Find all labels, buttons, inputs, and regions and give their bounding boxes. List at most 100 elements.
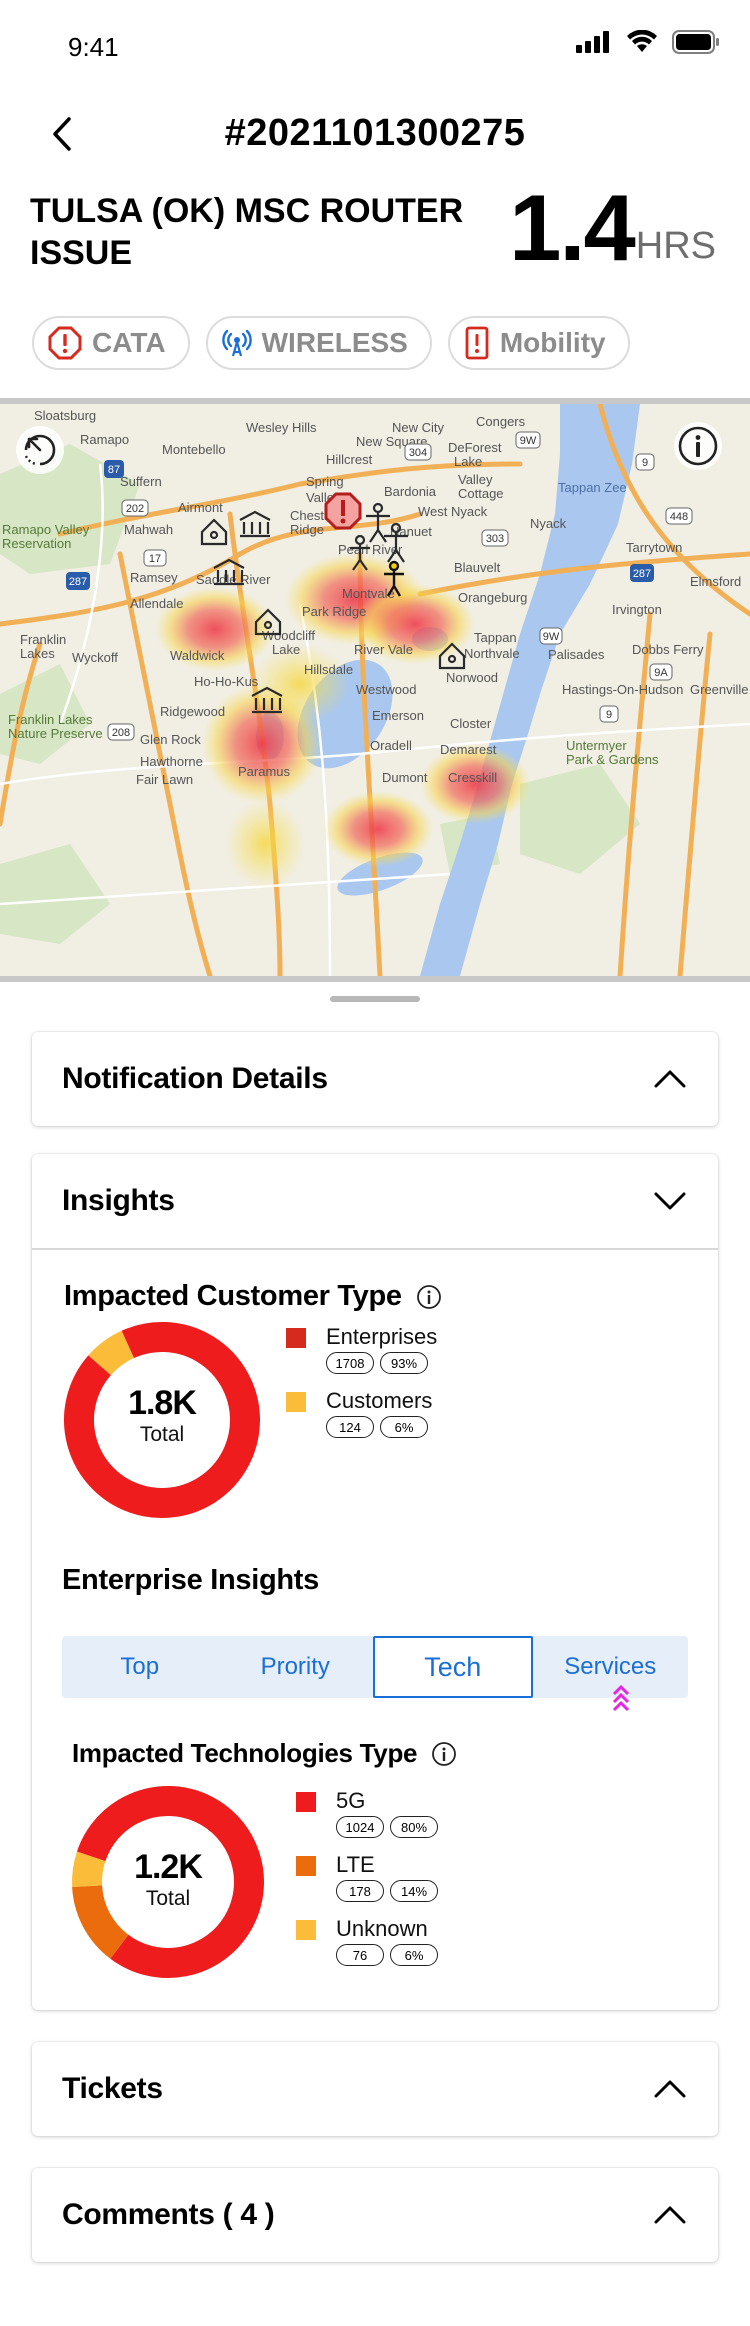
card-title: Notification Details [62,1062,328,1095]
svg-text:Suffern: Suffern [120,474,162,489]
map-info-button[interactable] [674,422,722,470]
svg-text:Orangeburg: Orangeburg [458,590,527,605]
chip-mobility[interactable]: Mobility [447,316,630,370]
tickets-card: Tickets [32,2042,718,2136]
ticket-id: #2021101300275 [224,112,526,154]
battery-icon [672,30,719,54]
svg-text:Lake: Lake [272,642,300,657]
svg-text:287: 287 [69,576,87,588]
duration: 1.4 HRS [509,175,716,280]
status-icons [576,30,720,54]
legend-count: 124 [326,1416,374,1438]
section-title-text: Impacted Technologies Type [72,1738,418,1768]
svg-text:Franklin Lakes: Franklin Lakes [8,712,93,727]
svg-text:Blauvelt: Blauvelt [454,560,501,575]
legend-count: 1708 [326,1352,374,1374]
drag-handle[interactable] [330,996,420,1002]
incident-title: TULSA (OK) MSC ROUTER ISSUE [30,192,464,272]
svg-text:Nyack: Nyack [530,516,567,531]
svg-text:Sloatsburg: Sloatsburg [34,408,96,423]
legend-percent: 6% [390,1944,438,1966]
tab-services[interactable]: Services [533,1636,689,1712]
donut-slice-customers [88,1330,135,1376]
svg-text:9A: 9A [654,667,668,679]
svg-text:Tappan Zee: Tappan Zee [558,480,627,495]
svg-text:Wesley Hills: Wesley Hills [246,420,317,435]
svg-text:Emerson: Emerson [372,708,424,723]
enterprise-insights-tabs: Top Prority Tech Services [62,1636,689,1712]
map-canvas[interactable]: Sloatsburg Ramapo Montebello Wesley Hill… [0,404,750,976]
tab-tech[interactable]: Tech [373,1636,533,1698]
chevron-up-icon [652,1061,688,1097]
svg-text:Park Ridge: Park Ridge [302,604,366,619]
svg-text:208: 208 [112,727,130,739]
svg-text:Untermyer: Untermyer [566,738,627,753]
info-icon[interactable] [416,1284,442,1310]
chip-label: CATA [92,327,166,358]
svg-text:Lakes: Lakes [20,646,55,661]
chip-cata[interactable]: CATA [32,316,190,370]
chip-label: WIRELESS [261,327,408,358]
legend-name: LTE [336,1852,375,1877]
legend-swatch [286,1328,306,1348]
svg-text:West Nyack: West Nyack [418,504,488,519]
svg-text:DeForest: DeForest [448,440,502,455]
svg-text:Spring: Spring [306,474,344,489]
legend-name: 5G [336,1788,366,1813]
antenna-icon [221,329,252,357]
wifi-icon [627,30,657,52]
svg-text:303: 303 [486,533,504,545]
legend-swatch [286,1392,306,1412]
svg-text:Woodcliff: Woodcliff [262,628,315,643]
svg-text:Tarrytown: Tarrytown [626,540,682,555]
legend-percent: 6% [380,1416,428,1438]
svg-text:Paramus: Paramus [238,764,291,779]
legend-count: 1024 [336,1816,384,1838]
legend-swatch [296,1792,316,1812]
duration-value: 1.4 [509,175,636,280]
legend-name: Customers [326,1388,433,1413]
svg-text:Fair Lawn: Fair Lawn [136,772,193,787]
chevron-up-icon [652,2197,688,2233]
svg-text:Tappan: Tappan [474,630,517,645]
svg-text:Demarest: Demarest [440,742,497,757]
chevron-up-icon [652,2071,688,2107]
comments-header[interactable]: Comments ( 4 ) [32,2168,718,2262]
expand-map-button[interactable] [16,426,64,474]
tickets-header[interactable]: Tickets [32,2042,718,2136]
svg-text:Palisades: Palisades [548,647,605,662]
svg-text:Montebello: Montebello [162,442,226,457]
chip-wireless[interactable]: WIRELESS [205,316,432,370]
info-icon[interactable] [431,1741,457,1767]
outage-map[interactable]: Sloatsburg Ramapo Montebello Wesley Hill… [0,398,750,982]
svg-text:Glen Rock: Glen Rock [140,732,201,747]
svg-text:Montvale: Montvale [342,586,395,601]
notification-details-header[interactable]: Notification Details [32,1032,718,1126]
svg-text:Ramapo Valley: Ramapo Valley [2,522,90,537]
donut-center: 1.2K Total [70,1848,266,1911]
svg-text:Ramsey: Ramsey [130,570,178,585]
svg-text:Park & Gardens: Park & Gardens [566,752,659,767]
svg-text:Norwood: Norwood [446,670,498,685]
svg-text:Bardonia: Bardonia [384,484,437,499]
tab-prority[interactable]: Prority [218,1636,374,1698]
svg-text:Valley: Valley [458,472,493,487]
expand-arrow-icon [24,434,56,466]
chip-label: Mobility [499,327,606,358]
svg-text:Dobbs Ferry: Dobbs Ferry [632,642,704,657]
insights-header[interactable]: Insights [32,1154,718,1248]
svg-text:New City: New City [392,420,445,435]
section-title-text: Impacted Customer Type [64,1280,402,1312]
notification-details-card: Notification Details [32,1032,718,1126]
svg-text:Hawthorne: Hawthorne [140,754,203,769]
legend-name: Enterprises [326,1324,438,1349]
donut-total-label: Total [145,1887,191,1910]
insights-card: Insights Impacted Customer Type 1.8K Tot… [32,1154,718,2010]
svg-text:287: 287 [633,568,651,580]
duration-unit: HRS [635,225,716,267]
section-title-text: Enterprise Insights [62,1564,319,1596]
donut-total-label: Total [139,1423,185,1446]
tab-top[interactable]: Top [62,1636,218,1698]
svg-text:Ridge: Ridge [290,522,324,537]
svg-text:Allendale: Allendale [130,596,184,611]
